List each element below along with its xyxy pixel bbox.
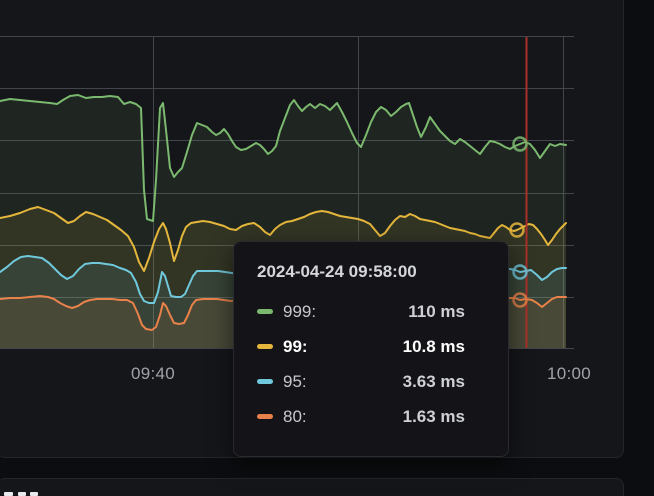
series-color-dash (257, 344, 273, 349)
series-label: 99: (283, 336, 308, 356)
tooltip-row-99: 99: 10.8 ms (257, 329, 486, 364)
tooltip-timestamp: 2024-04-24 09:58:00 (257, 262, 417, 281)
clipped-text-fragment (30, 492, 38, 496)
series-value: 3.63 ms (402, 371, 465, 391)
tooltip-row-95: 95: 3.63 ms (257, 364, 486, 399)
x-axis-tick-1000: 10:00 (546, 364, 592, 383)
series-value: 1.63 ms (402, 406, 465, 426)
tooltip-row-999: 999: 110 ms (257, 294, 486, 329)
series-label: 999: (283, 301, 317, 321)
clipped-text-fragment (18, 492, 26, 496)
series-color-dash (257, 414, 273, 419)
series-color-dash (257, 379, 273, 384)
x-axis-tick-0940: 09:40 (130, 364, 176, 383)
series-color-dash (257, 309, 273, 314)
clipped-text-fragment (4, 492, 13, 496)
series-label: 95: (283, 371, 307, 391)
series-value: 110 ms (408, 301, 465, 321)
series-value: 10.8 ms (402, 336, 465, 356)
grafana-dashboard-crop: 09:40 10:00 2024-04-24 09:58:00 999: 110 … (0, 0, 654, 496)
series-label: 80: (283, 406, 307, 426)
next-panel-top-edge (0, 478, 624, 496)
tooltip: 2024-04-24 09:58:00 999: 110 ms 99: 10.8 ms… (233, 241, 509, 457)
tooltip-rows: 999: 110 ms 99: 10.8 ms 95: 3.63 ms 80: 1.63 ms (257, 294, 486, 434)
tooltip-row-80: 80: 1.63 ms (257, 399, 486, 434)
